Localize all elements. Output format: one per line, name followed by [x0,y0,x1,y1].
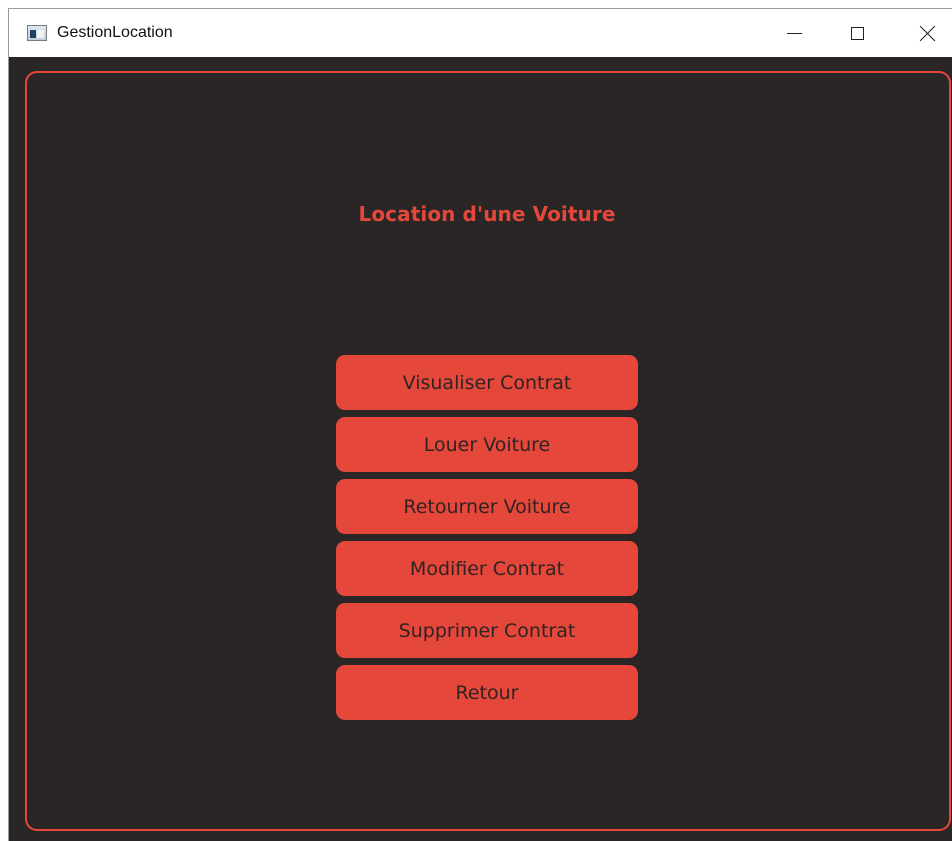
maximize-button[interactable] [832,9,882,57]
visualiser-contrat-button[interactable]: Visualiser Contrat [336,355,638,410]
close-icon [920,25,936,41]
window-title: GestionLocation [57,24,173,41]
app-window: GestionLocation Location d'une Voiture V… [8,8,952,841]
minimize-button[interactable] [769,9,819,57]
retourner-voiture-button[interactable]: Retourner Voiture [336,479,638,534]
maximize-icon [850,26,864,40]
retour-button[interactable]: Retour [336,665,638,720]
louer-voiture-button[interactable]: Louer Voiture [336,417,638,472]
main-menu: Visualiser Contrat Louer Voiture Retourn… [336,355,638,727]
supprimer-contrat-button[interactable]: Supprimer Contrat [336,603,638,658]
close-button[interactable] [903,9,952,57]
title-bar[interactable]: GestionLocation [9,9,952,57]
app-window-icon [27,25,47,41]
page-title: Location d'une Voiture [358,202,616,226]
minimize-icon [786,32,802,34]
modifier-contrat-button[interactable]: Modifier Contrat [336,541,638,596]
